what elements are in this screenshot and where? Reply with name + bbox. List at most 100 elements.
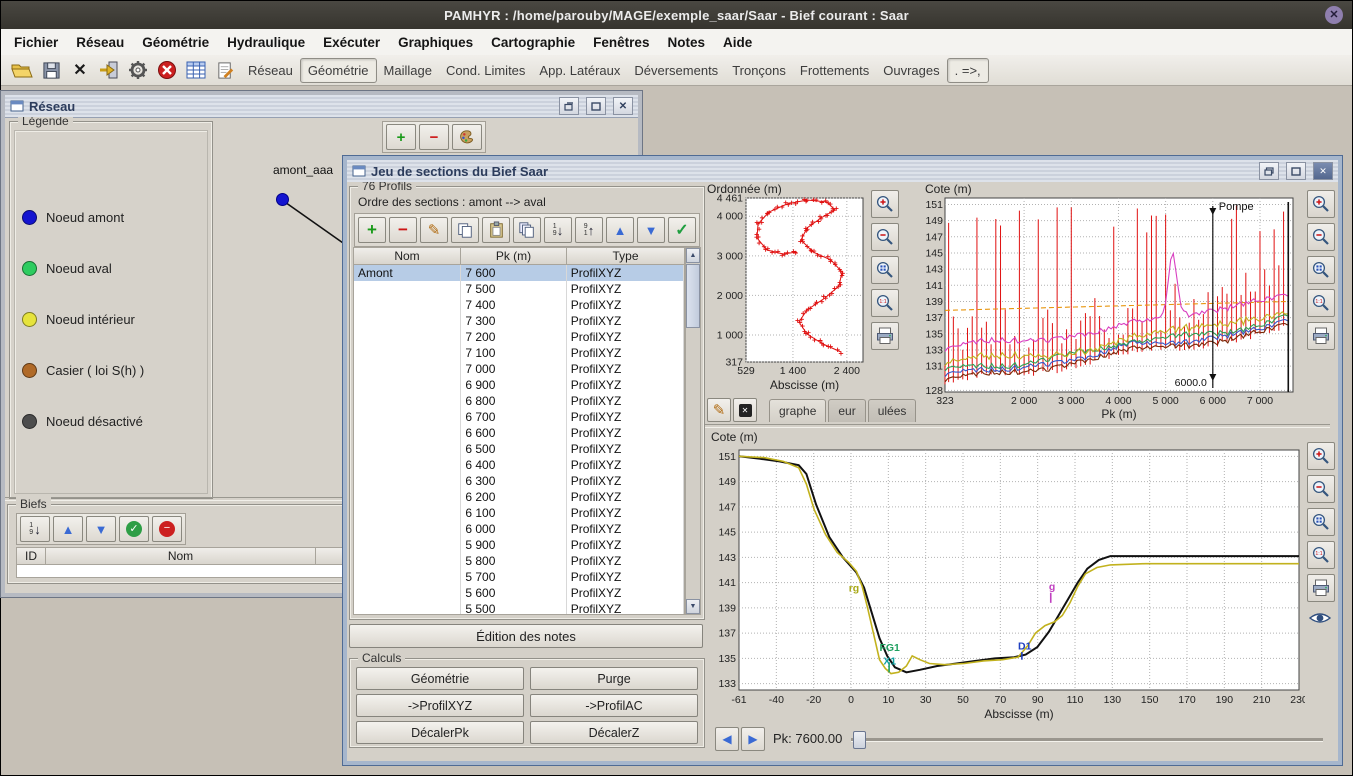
pk-slider-thumb[interactable]	[853, 731, 866, 749]
gear-icon[interactable]	[125, 58, 151, 82]
zoom-region-button[interactable]	[1307, 256, 1335, 284]
biefs-column-id[interactable]: ID	[16, 547, 46, 565]
prev-profile-button[interactable]: ◀	[715, 727, 739, 749]
table-row[interactable]: 7 500ProfilXYZ	[354, 281, 684, 297]
menu-aide[interactable]: Aide	[714, 33, 761, 52]
cross-section-chart[interactable]: Cote (m)151149147145143141139137135133-6…	[707, 428, 1305, 724]
toolbar-button-r-seau[interactable]: Réseau	[241, 59, 300, 82]
save-icon[interactable]	[38, 58, 64, 82]
toolbar-button-g-om-trie[interactable]: Géométrie	[300, 58, 377, 83]
table-row[interactable]: 7 200ProfilXYZ	[354, 329, 684, 345]
toolbar-button-maillage[interactable]: Maillage	[377, 59, 439, 82]
table-row[interactable]: 5 600ProfilXYZ	[354, 585, 684, 601]
titlebar[interactable]: PAMHYR : /home/parouby/MAGE/exemple_saar…	[1, 1, 1352, 29]
maximize-icon[interactable]	[1286, 162, 1306, 180]
print-button[interactable]	[1307, 574, 1335, 602]
profiles-column-nom[interactable]: Nom	[353, 247, 461, 265]
toolbar-button-app-lat-raux[interactable]: App. Latéraux	[532, 59, 627, 82]
toolbar-button-ouvrages[interactable]: Ouvrages	[876, 59, 946, 82]
scroll-up-icon[interactable]: ▲	[686, 248, 700, 263]
move-up-icon[interactable]: ▲	[53, 516, 83, 542]
validate-button[interactable]: ✓	[668, 217, 696, 243]
menu-fen-tres[interactable]: Fenêtres	[584, 33, 658, 52]
menu-notes[interactable]: Notes	[658, 33, 714, 52]
zoom-in-button[interactable]	[871, 190, 899, 218]
upstream-node[interactable]	[276, 193, 289, 206]
pk-slider-track[interactable]	[851, 738, 1323, 741]
move-down-button[interactable]: ▼	[637, 217, 665, 243]
profiles-table-header[interactable]: NomPk (m)Type	[353, 247, 685, 265]
palette-button[interactable]	[452, 124, 482, 150]
sections-window[interactable]: Jeu de sections du Bief Saar ✕ 76 Profil…	[343, 156, 1342, 765]
table-row[interactable]: 6 000ProfilXYZ	[354, 521, 684, 537]
long-profile-chart[interactable]: Cote (m)15114914714514314113913713513313…	[919, 182, 1307, 424]
toolbar-button-tron-ons[interactable]: Tronçons	[725, 59, 793, 82]
duplicate-button[interactable]	[513, 217, 541, 243]
open-folder-icon[interactable]	[9, 58, 35, 82]
table-row[interactable]: 6 100ProfilXYZ	[354, 505, 684, 521]
remove-bief-icon[interactable]: −	[152, 516, 182, 542]
restore-icon[interactable]	[1259, 162, 1279, 180]
scroll-down-icon[interactable]: ▼	[686, 599, 700, 614]
grid-table-icon[interactable]	[183, 58, 209, 82]
calc-button-profilac[interactable]: ->ProfilAC	[530, 694, 698, 717]
table-row[interactable]: 7 300ProfilXYZ	[354, 313, 684, 329]
erase-tool-button[interactable]: ✕	[733, 398, 757, 422]
close-file-icon[interactable]: ✕	[67, 58, 93, 82]
maximize-icon[interactable]	[586, 97, 606, 115]
table-row[interactable]: Amont7 600ProfilXYZ	[354, 265, 684, 281]
menu-g-om-trie[interactable]: Géométrie	[133, 33, 218, 52]
table-row[interactable]: 7 400ProfilXYZ	[354, 297, 684, 313]
next-profile-button[interactable]: ▶	[741, 727, 765, 749]
import-icon[interactable]	[96, 58, 122, 82]
table-row[interactable]: 5 500ProfilXYZ	[354, 601, 684, 615]
scrollbar-thumb[interactable]	[686, 264, 700, 328]
table-row[interactable]: 5 700ProfilXYZ	[354, 569, 684, 585]
move-up-button[interactable]: ▲	[606, 217, 634, 243]
sort-icon[interactable]: 19 ↓	[20, 516, 50, 542]
move-down-icon[interactable]: ▼	[86, 516, 116, 542]
table-row[interactable]: 6 500ProfilXYZ	[354, 441, 684, 457]
profiles-table[interactable]: Amont7 600ProfilXYZ7 500ProfilXYZ7 400Pr…	[353, 265, 685, 615]
toolbar-button-d-versements[interactable]: Déversements	[627, 59, 725, 82]
table-row[interactable]: 7 100ProfilXYZ	[354, 345, 684, 361]
zoom-one-to-one-button[interactable]: 1:1	[1307, 541, 1335, 569]
table-row[interactable]: 6 200ProfilXYZ	[354, 489, 684, 505]
minimize-icon[interactable]	[559, 97, 579, 115]
zoom-out-button[interactable]	[1307, 223, 1335, 251]
calc-button-d-calerpk[interactable]: DécalerPk	[356, 721, 524, 744]
draw-tool-button[interactable]: ✎	[707, 398, 731, 422]
toolbar-button-cond-limites[interactable]: Cond. Limites	[439, 59, 532, 82]
table-row[interactable]: 6 600ProfilXYZ	[354, 425, 684, 441]
zoom-out-button[interactable]	[1307, 475, 1335, 503]
calc-button-profilxyz[interactable]: ->ProfilXYZ	[356, 694, 524, 717]
toolbar-button-frottements[interactable]: Frottements	[793, 59, 876, 82]
menu-hydraulique[interactable]: Hydraulique	[218, 33, 314, 52]
edit-notes-button[interactable]: Édition des notes	[349, 624, 703, 648]
sort-ascending-button[interactable]: 91↑	[575, 217, 603, 243]
menu-cartographie[interactable]: Cartographie	[482, 33, 584, 52]
calc-button-g-om-trie[interactable]: Géométrie	[356, 667, 524, 690]
table-row[interactable]: 6 300ProfilXYZ	[354, 473, 684, 489]
reseau-window-titlebar[interactable]: Réseau ✕	[5, 95, 638, 118]
zoom-in-button[interactable]	[1307, 190, 1335, 218]
biefs-column-nom[interactable]: Nom	[46, 547, 316, 565]
close-icon[interactable]: ✕	[613, 97, 633, 115]
table-row[interactable]: 6 900ProfilXYZ	[354, 377, 684, 393]
table-row[interactable]: 6 400ProfilXYZ	[354, 457, 684, 473]
window-close-button[interactable]: ✕	[1325, 6, 1343, 24]
close-icon[interactable]: ✕	[1313, 162, 1333, 180]
table-row[interactable]: 5 900ProfilXYZ	[354, 537, 684, 553]
sections-window-titlebar[interactable]: Jeu de sections du Bief Saar ✕	[347, 160, 1338, 183]
menu-ex-cuter[interactable]: Exécuter	[314, 33, 389, 52]
tab-ul-es[interactable]: ulées	[868, 399, 917, 422]
toolbar-button-[interactable]: . =>,	[947, 58, 989, 83]
zoom-region-button[interactable]	[1307, 508, 1335, 536]
stop-icon[interactable]	[154, 58, 180, 82]
enable-bief-icon[interactable]: ✓	[119, 516, 149, 542]
remove-profile-button[interactable]: −	[389, 217, 417, 243]
table-row[interactable]: 5 800ProfilXYZ	[354, 553, 684, 569]
edit-notes-icon[interactable]	[212, 58, 238, 82]
edit-profile-button[interactable]: ✎	[420, 217, 448, 243]
calc-button-purge[interactable]: Purge	[530, 667, 698, 690]
